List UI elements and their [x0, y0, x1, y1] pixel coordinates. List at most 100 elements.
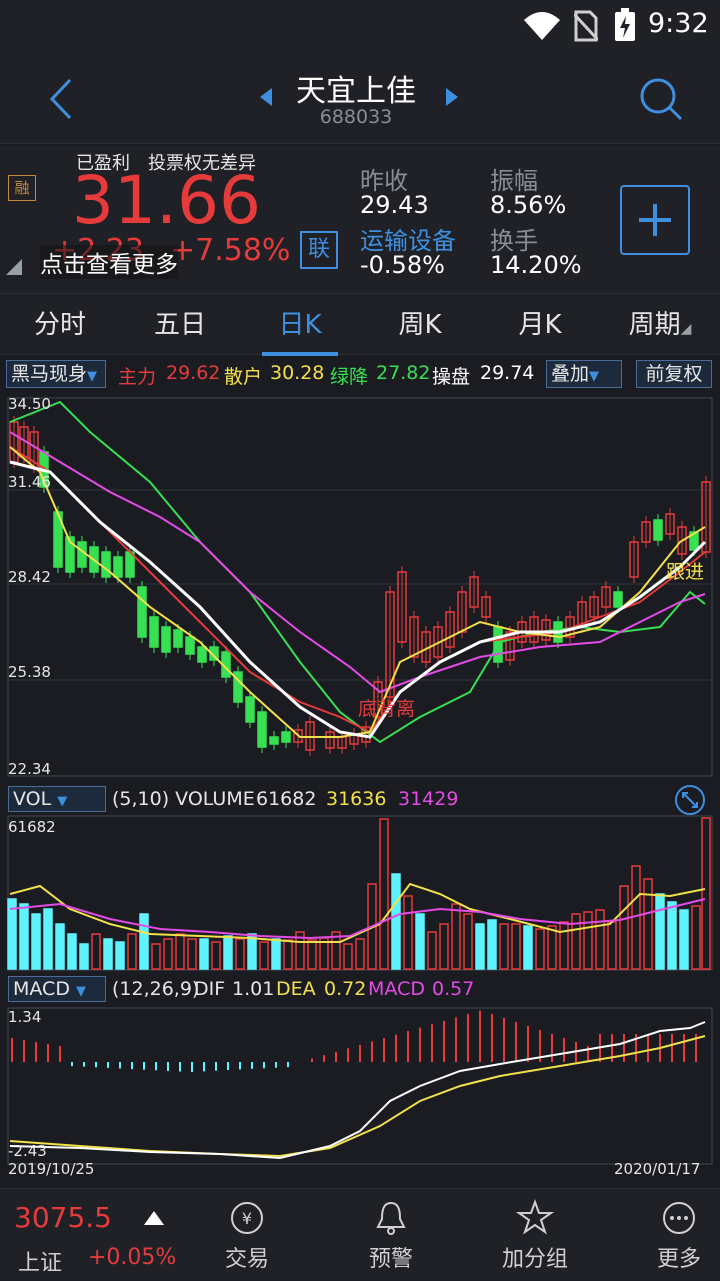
back-icon[interactable] — [48, 78, 74, 120]
volume-bar — [127, 933, 137, 970]
y-tick: 25.38 — [8, 663, 51, 681]
index-value[interactable]: 3075.5 — [14, 1201, 112, 1234]
volume-bar — [559, 921, 569, 970]
volume-bar — [499, 923, 509, 970]
volume-bar — [679, 909, 689, 970]
tab-weekly-k[interactable]: 周K — [360, 294, 480, 356]
volume-bar — [391, 873, 401, 970]
search-icon[interactable] — [638, 76, 684, 122]
amplitude-value: 8.56% — [490, 191, 567, 219]
dea-value: 0.72 — [324, 978, 367, 1000]
index-name: 上证 — [18, 1251, 63, 1276]
macd-indicator-select[interactable]: MACD ▼ — [8, 976, 106, 1002]
volume-bar — [187, 938, 197, 970]
status-bar: 9:32 — [0, 0, 720, 52]
plus-icon — [639, 204, 671, 236]
macd-value: 0.57 — [432, 978, 475, 1000]
volume-bar — [619, 885, 629, 970]
tab-daily-k[interactable]: 日K — [240, 294, 360, 356]
macd-tick-bottom: -2.43 — [8, 1142, 47, 1160]
volume-bar — [403, 895, 413, 970]
lj-label: 绿降 — [330, 366, 369, 388]
next-stock-icon[interactable] — [444, 88, 458, 106]
candle — [257, 711, 267, 748]
volume-bar — [67, 933, 77, 970]
prev-stock-icon[interactable] — [260, 88, 274, 106]
volume-bar — [79, 943, 89, 970]
stock-code: 688033 — [319, 106, 393, 128]
up-arrow-icon — [144, 1211, 164, 1225]
volume-bar — [271, 938, 281, 970]
volume-bar — [487, 919, 497, 970]
volume-bar — [583, 911, 593, 970]
wifi-icon — [524, 12, 560, 40]
fullscreen-icon[interactable] — [674, 784, 706, 816]
indicator-select[interactable]: 黑马现身▼ — [6, 360, 106, 388]
volume-bar — [151, 943, 161, 970]
volume-bar — [223, 935, 233, 970]
nav-alert-label: 预警 — [368, 1247, 413, 1272]
macd-legend: MACD ▼ (12,26,9) DIF 1.01 DEA 0.72 MACD … — [0, 974, 720, 1004]
volume-bar — [547, 925, 557, 970]
no-sim-icon — [574, 10, 598, 42]
bottom-bar: 3075.5 上证 +0.05% ¥ 交易 预警 加分组 更多 — [0, 1188, 720, 1280]
margin-badge: 融 — [8, 175, 36, 201]
y-tick: 22.34 — [8, 760, 51, 778]
nav-trade[interactable]: ¥ 交易 — [192, 1189, 302, 1281]
tab-five-day[interactable]: 五日 — [120, 294, 240, 356]
period-tabs: 分时 五日 日K 周K 月K 周期◢ — [0, 293, 720, 356]
y-tick: 34.50 — [8, 395, 51, 413]
add-watchlist-button[interactable] — [620, 185, 690, 255]
tab-intraday[interactable]: 分时 — [0, 294, 120, 356]
vol-ma10-line — [9, 898, 706, 940]
adjust-button[interactable]: 前复权 — [636, 360, 712, 388]
macd-chart: 1.34 -2.43 2019/10/25 2020/01/17 — [7, 1007, 713, 1178]
tab-monthly-k[interactable]: 月K — [480, 294, 600, 356]
vol-params: (5,10) VOLUME — [112, 788, 255, 810]
line-white — [9, 460, 707, 739]
zl-label: 主力 — [118, 366, 157, 388]
nav-add-group[interactable]: 加分组 — [480, 1189, 590, 1281]
tab-period[interactable]: 周期◢ — [600, 294, 720, 356]
sh-value: 30.28 — [270, 362, 325, 384]
tooltip-more[interactable]: 点击查看更多 — [40, 245, 178, 279]
date-start: 2019/10/25 — [8, 1160, 94, 1178]
current-price: 31.66 — [72, 162, 261, 239]
vol-value: 61682 — [256, 788, 317, 810]
candle — [245, 696, 255, 723]
annot-follow: 跟进 — [666, 561, 704, 583]
date-end: 2020/01/17 — [614, 1160, 700, 1178]
trade-icon: ¥ — [231, 1202, 263, 1234]
vol-indicator-select[interactable]: VOL ▼ — [8, 786, 106, 812]
linked-button[interactable]: 联 — [300, 231, 338, 269]
cp-label: 操盘 — [432, 366, 471, 388]
candle — [77, 541, 87, 568]
annot-bottom-divergence: 底背离 — [358, 698, 415, 720]
overlay-select[interactable]: 叠加▼ — [546, 360, 622, 388]
volume-bar — [115, 941, 125, 970]
volume-bar — [667, 901, 677, 970]
nav-more[interactable]: 更多 — [624, 1189, 720, 1281]
volume-bar — [91, 933, 101, 970]
nav-alert[interactable]: 预警 — [336, 1189, 446, 1281]
volume-bar — [43, 908, 53, 970]
volume-bar — [259, 941, 269, 970]
volume-bar — [139, 913, 149, 970]
vol-frame — [7, 815, 713, 971]
macd-bars-group — [11, 1010, 697, 1072]
macd-label: MACD — [368, 978, 425, 1000]
quote-panel: 已盈利 投票权无差异 融 31.66 +2.23 +7.58% 点击查看更多 联… — [0, 145, 720, 293]
macd-tick-top: 1.34 — [8, 1008, 41, 1026]
dif-value: 1.01 — [232, 978, 275, 1000]
candle — [113, 556, 123, 578]
volume-bars-group — [7, 817, 711, 970]
volume-bar — [307, 939, 317, 970]
volume-bar — [463, 913, 473, 970]
volume-bar — [199, 938, 209, 970]
candle — [173, 629, 183, 648]
volume-bar — [595, 909, 605, 970]
candle — [137, 586, 147, 638]
dea-label: DEA — [276, 978, 316, 1000]
y-tick: 31.46 — [8, 473, 51, 491]
bell-icon — [376, 1201, 406, 1235]
